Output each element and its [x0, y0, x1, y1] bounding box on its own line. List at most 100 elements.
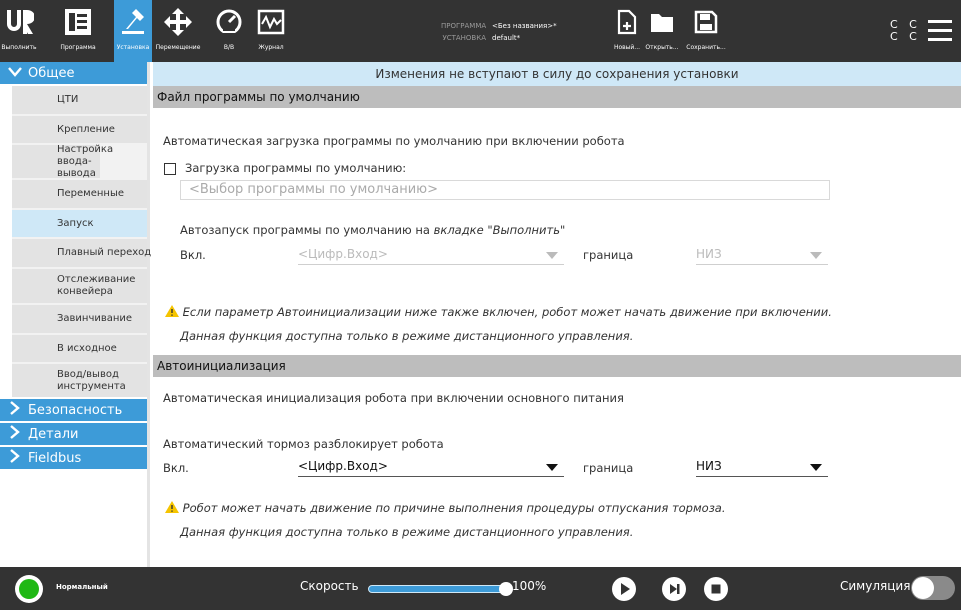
simulation-label: Симуляция: [840, 579, 911, 593]
load-default-program-label: Загрузка программы по умолчанию:: [185, 161, 407, 175]
dropdown-arrow-icon: [810, 252, 822, 259]
sidebar-item-label: Завинчивание: [57, 313, 133, 324]
autostart-remote-note-text: Данная функция доступна только в режиме …: [180, 329, 634, 343]
autostart-warning-text: Если параметр Автоинициализации ниже так…: [182, 305, 832, 319]
autostart-remote-note: Данная функция доступна только в режиме …: [180, 329, 633, 343]
auto-init-input-select[interactable]: <Цифр.Вход>: [298, 457, 564, 477]
sidebar-item-home[interactable]: В исходное: [12, 335, 147, 362]
save-icon: [694, 0, 718, 44]
move-icon: [163, 0, 193, 44]
sidebar-group-features[interactable]: Детали: [0, 423, 147, 445]
sidebar-group-label: Общее: [28, 65, 75, 81]
auto-init-on-label: Вкл.: [163, 461, 189, 475]
sidebar-item-label: Крепление: [57, 123, 115, 135]
installation-label: УСТАНОВКА: [442, 34, 486, 42]
simulation-toggle[interactable]: [911, 576, 955, 600]
program-tab-button[interactable]: Программа: [58, 0, 98, 62]
program-info-values: <Без названия>* default*: [492, 20, 557, 44]
autostart-edge-label: граница: [583, 248, 634, 262]
auto-init-remote-note: Данная функция доступна только в режиме …: [180, 525, 633, 539]
log-tab-button[interactable]: Журнал: [256, 0, 286, 62]
autostart-input-value: <Цифр.Вход>: [298, 247, 388, 261]
default-program-path-input[interactable]: <Выбор программы по умолчанию>: [180, 180, 830, 200]
run-tab-button[interactable]: Выполнить: [0, 0, 38, 62]
installation-tab-label: Установка: [116, 44, 150, 51]
stop-button[interactable]: [704, 577, 728, 601]
brake-release-label: Автоматический тормоз разблокирует робот…: [163, 437, 444, 451]
program-tab-label: Программа: [60, 44, 96, 51]
auto-init-section-header: Автоинициализация: [153, 355, 961, 377]
stop-icon: [711, 584, 721, 594]
sidebar-group-general[interactable]: Общее: [0, 62, 147, 84]
save-file-label: Сохранить...: [686, 44, 726, 51]
program-info-labels: ПРОГРАММА УСТАНОВКА: [441, 20, 486, 44]
load-default-program-checkbox[interactable]: [164, 163, 176, 175]
startup-panel: Изменения не вступают в силу до сохранен…: [153, 62, 961, 567]
top-toolbar: Выполнить Программа Установка Перемещени…: [0, 0, 961, 62]
sidebar-group-label: Fieldbus: [28, 450, 82, 466]
auto-init-edge-select[interactable]: НИЗ: [696, 457, 828, 477]
ur-logo-icon: [4, 0, 34, 44]
run-tab-label: Выполнить: [1, 44, 37, 51]
sidebar-item-screwdriving[interactable]: Завинчивание: [12, 305, 147, 333]
auto-init-input-value: <Цифр.Вход>: [298, 459, 388, 473]
sidebar-item-label: Отслеживание конвейера: [57, 274, 136, 297]
autostart-edge-select: НИЗ: [696, 245, 828, 265]
log-icon: [257, 0, 285, 44]
io-tab-label: В/В: [223, 44, 235, 51]
sidebar-item-variables[interactable]: Переменные: [12, 180, 147, 208]
move-tab-button[interactable]: Перемещение: [152, 0, 204, 62]
sidebar-group-label: Детали: [28, 426, 79, 442]
sidebar-item-label: Настройка ввода-вывода: [57, 143, 114, 179]
dropdown-arrow-icon: [546, 464, 558, 471]
save-file-button[interactable]: Сохранить...: [684, 0, 728, 62]
speed-value: 100%: [512, 579, 547, 593]
play-button[interactable]: [612, 577, 636, 601]
sidebar-group-safety[interactable]: Безопасность: [0, 399, 147, 421]
autostart-on-label: Вкл.: [180, 248, 206, 262]
auto-init-remote-note-text: Данная функция доступна только в режиме …: [180, 525, 634, 539]
sidebar-group-label: Безопасность: [28, 402, 123, 418]
sidebar-item-label: В исходное: [57, 342, 117, 354]
sidebar-item-tcp[interactable]: ЦТИ: [12, 86, 147, 114]
speed-label: Скорость: [300, 579, 359, 593]
io-tab-button[interactable]: В/В: [214, 0, 244, 62]
cc-line-2: C C: [890, 30, 921, 43]
chevron-right-icon: [6, 401, 24, 419]
step-icon: [670, 584, 680, 594]
unsaved-changes-banner: Изменения не вступают в силу до сохранен…: [153, 62, 961, 86]
robot-status-label: Нормальный: [56, 583, 108, 591]
move-tab-label: Перемещение: [155, 44, 201, 51]
program-name: <Без названия>*: [492, 22, 557, 30]
sidebar-general-items: ЦТИ Крепление Настройка ввода-вывода Пер…: [12, 86, 151, 397]
autostart-label-tab: вкладке "Выполнить": [433, 223, 566, 237]
sidebar-item-label: Плавный переход: [57, 247, 152, 258]
autostart-edge-value: НИЗ: [696, 247, 722, 261]
new-file-label: Новый...: [613, 44, 641, 51]
chevron-right-icon: [6, 449, 24, 467]
io-icon: [214, 0, 244, 44]
open-file-label: Открыть...: [645, 44, 679, 51]
power-status-button[interactable]: [15, 575, 43, 603]
installation-sidebar: Общее ЦТИ Крепление Настройка ввода-выво…: [0, 62, 151, 567]
warning-icon: [165, 305, 179, 317]
speed-slider-handle[interactable]: [499, 582, 513, 596]
autostart-warning: Если параметр Автоинициализации ниже так…: [165, 305, 832, 319]
sidebar-item-label: Запуск: [57, 217, 94, 229]
installation-tab-button[interactable]: Установка: [114, 0, 152, 62]
autostart-label-prefix: Автозапуск программы по умолчанию на: [180, 223, 434, 237]
sidebar-group-fieldbus[interactable]: Fieldbus: [0, 447, 147, 469]
new-file-button[interactable]: Новый...: [612, 0, 642, 62]
sidebar-item-tool-io[interactable]: Ввод/вывод инструмента: [12, 364, 147, 397]
sidebar-item-io-setup[interactable]: Настройка ввода-вывода: [12, 144, 113, 179]
sidebar-item-startup[interactable]: Запуск: [12, 210, 147, 237]
sidebar-item-smooth-transition[interactable]: Плавный переход: [12, 239, 151, 267]
sidebar-item-mounting[interactable]: Крепление: [12, 116, 147, 143]
bottom-status-bar: Нормальный Скорость 100% Симуляция: [0, 567, 961, 610]
dropdown-arrow-icon: [810, 464, 822, 471]
step-button[interactable]: [662, 577, 686, 601]
speed-slider-track[interactable]: [368, 585, 506, 593]
hamburger-menu-icon[interactable]: [928, 20, 952, 42]
open-file-button[interactable]: Открыть...: [644, 0, 680, 62]
sidebar-item-conveyor-tracking[interactable]: Отслеживание конвейера: [12, 269, 147, 303]
